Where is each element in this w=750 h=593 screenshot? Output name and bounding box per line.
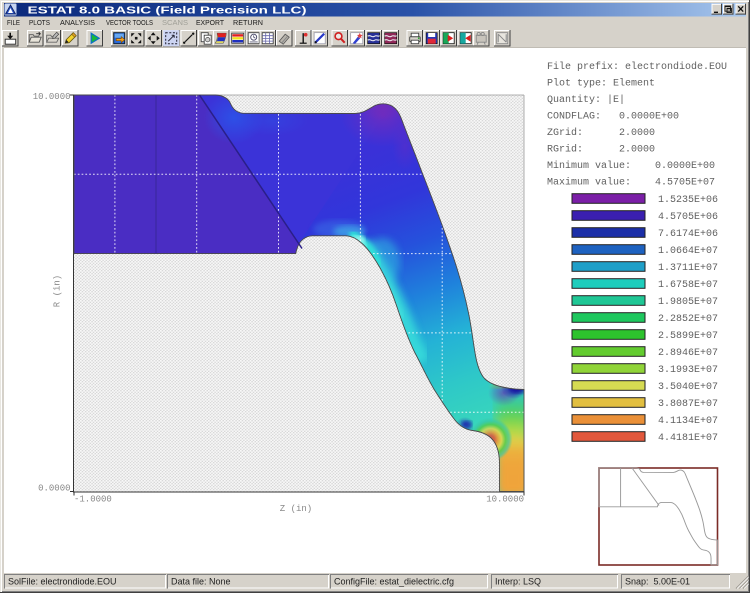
svg-text:RGrid: 2.0000: RGrid: 2.0000	[547, 144, 655, 156]
svg-text:1.5235E+06: 1.5235E+06	[658, 195, 718, 206]
svg-text:3.1993E+07: 3.1993E+07	[658, 365, 718, 376]
svg-text:Plot type: Element: Plot type: Element	[547, 78, 655, 90]
svg-text:4.5705E+06: 4.5705E+06	[658, 212, 718, 223]
svg-text:7.6174E+06: 7.6174E+06	[658, 229, 718, 240]
svg-text:2.8946E+07: 2.8946E+07	[658, 348, 718, 359]
svg-text:PLOTS: PLOTS	[29, 18, 50, 27]
svg-text:File prefix: electrondiode.EOU: File prefix: electrondiode.EOU	[547, 61, 727, 73]
svg-text:ConfigFile: estat_dielectric.c: ConfigFile: estat_dielectric.cfg	[334, 577, 454, 587]
svg-text:ESTAT 8.0 BASIC (Field Precisi: ESTAT 8.0 BASIC (Field Precision LLC)	[28, 4, 307, 16]
svg-text:Data file: None: Data file: None	[171, 577, 231, 587]
svg-text:FILE: FILE	[7, 18, 20, 27]
svg-text:2.2852E+07: 2.2852E+07	[658, 314, 718, 325]
svg-text:VECTOR TOOLS: VECTOR TOOLS	[106, 18, 153, 27]
svg-text:RETURN: RETURN	[233, 18, 263, 27]
svg-text:EXPORT: EXPORT	[196, 18, 224, 27]
svg-text:R (in): R (in)	[53, 275, 63, 307]
svg-text:4.1134E+07: 4.1134E+07	[658, 416, 718, 427]
svg-text:1.6758E+07: 1.6758E+07	[658, 280, 718, 291]
svg-text:3.5040E+07: 3.5040E+07	[658, 382, 718, 393]
svg-text:ANALYSIS: ANALYSIS	[60, 18, 95, 27]
svg-text:1.9805E+07: 1.9805E+07	[658, 297, 718, 308]
svg-text:Quantity: |E|: Quantity: |E|	[547, 94, 625, 106]
svg-text:2.5899E+07: 2.5899E+07	[658, 331, 718, 342]
svg-text:Interp: LSQ: Interp: LSQ	[495, 577, 541, 587]
svg-text:Z (in): Z (in)	[280, 504, 312, 514]
svg-text:SCANS: SCANS	[162, 18, 188, 27]
svg-text:CONDFLAG: 0.0000E+00: CONDFLAG: 0.0000E+00	[547, 112, 679, 123]
svg-text:1.3711E+07: 1.3711E+07	[658, 263, 718, 274]
svg-text:Snap: 5.00E-01: Snap: 5.00E-01	[625, 577, 690, 587]
svg-text:1.0664E+07: 1.0664E+07	[658, 246, 718, 257]
svg-text:ZGrid: 2.0000: ZGrid: 2.0000	[547, 127, 655, 139]
svg-text:0.0000: 0.0000	[38, 483, 70, 493]
svg-text:Minimum value: 0.0000E+00: Minimum value: 0.0000E+00	[547, 160, 715, 172]
svg-text:Maximum value: 4.5705E+07: Maximum value: 4.5705E+07	[547, 177, 715, 189]
svg-text:3.8087E+07: 3.8087E+07	[658, 399, 718, 410]
svg-text:10.0000: 10.0000	[33, 92, 71, 102]
svg-text:10.0000: 10.0000	[486, 495, 524, 505]
svg-text:4.4181E+07: 4.4181E+07	[658, 433, 718, 444]
svg-text:SolFile: electrondiode.EOU: SolFile: electrondiode.EOU	[8, 577, 117, 587]
svg-text:-1.0000: -1.0000	[74, 495, 112, 505]
